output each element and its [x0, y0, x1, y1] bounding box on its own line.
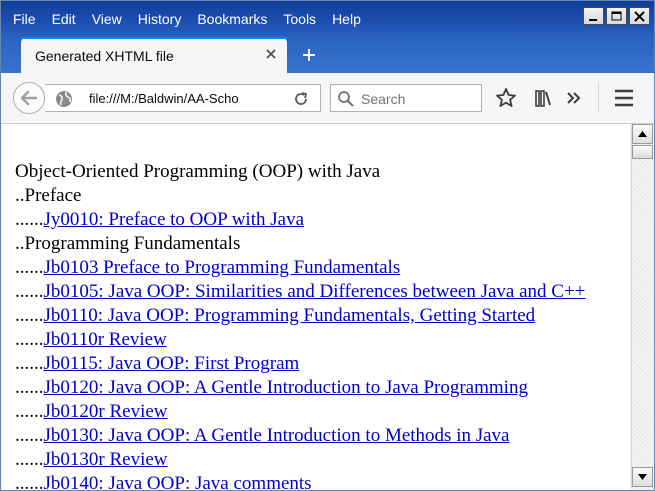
maximize-button[interactable] [606, 7, 627, 25]
outline-heading-row: ..Programming Fundamentals [15, 232, 585, 256]
indent-dots: .. [15, 233, 25, 254]
toolbar-separator [598, 83, 599, 113]
scrollbar-thumb[interactable] [632, 145, 653, 159]
outline-link-row: ......Jb0115: Java OOP: First Program [15, 352, 585, 376]
outline-link-row: ......Jy0010: Preface to OOP with Java [15, 208, 585, 232]
star-icon[interactable] [495, 87, 517, 109]
menu-edit[interactable]: Edit [44, 1, 84, 37]
outline-link[interactable]: Jb0115: Java OOP: First Program [44, 353, 300, 374]
outline-heading-row: Object-Oriented Programming (OOP) with J… [15, 160, 585, 184]
tab-active[interactable]: Generated XHTML file [21, 37, 287, 73]
title-bar: File Edit View History Bookmarks Tools H… [1, 1, 654, 37]
browser-window: File Edit View History Bookmarks Tools H… [0, 0, 655, 491]
indent-dots: ...... [15, 401, 44, 422]
outline-link-row: ......Jb0105: Java OOP: Similarities and… [15, 280, 585, 304]
outline-link-row: ......Jb0130: Java OOP: A Gentle Introdu… [15, 424, 585, 448]
outline-link-row: ......Jb0120r Review [15, 400, 585, 424]
arrow-down-icon [638, 474, 647, 480]
outline-link[interactable]: Jb0110r Review [44, 329, 167, 350]
url-text[interactable]: file:///M:/Baldwin/AA-Scho [89, 91, 277, 106]
search-icon [337, 90, 355, 113]
minimize-icon [589, 18, 597, 21]
new-tab-button[interactable] [294, 37, 324, 73]
tab-accent-line [21, 37, 287, 39]
reload-icon[interactable] [292, 90, 310, 113]
indent-dots: ...... [15, 257, 44, 278]
tab-strip: Generated XHTML file [1, 37, 654, 73]
menu-bookmarks[interactable]: Bookmarks [189, 1, 275, 37]
outline-link[interactable]: Jb0110: Java OOP: Programming Fundamenta… [44, 305, 536, 326]
outline-heading-row: ..Preface [15, 184, 585, 208]
outline-link[interactable]: Jb0103 Preface to Programming Fundamenta… [44, 257, 401, 278]
indent-dots: ...... [15, 473, 44, 490]
maximize-icon [611, 11, 622, 20]
arrow-up-icon [638, 131, 647, 137]
globe-icon [55, 90, 73, 113]
minimize-button[interactable] [583, 7, 604, 25]
indent-dots: ...... [15, 449, 44, 470]
menu-help[interactable]: Help [324, 1, 369, 37]
indent-dots: ...... [15, 305, 44, 326]
outline-link[interactable]: Jb0120: Java OOP: A Gentle Introduction … [44, 377, 528, 398]
scroll-up-button[interactable] [632, 124, 653, 144]
page-content: Object-Oriented Programming (OOP) with J… [2, 124, 630, 490]
back-button[interactable] [13, 82, 45, 114]
menu-history[interactable]: History [130, 1, 190, 37]
indent-dots: ...... [15, 281, 44, 302]
outline-link-row: ......Jb0130r Review [15, 448, 585, 472]
outline-link[interactable]: Jb0130r Review [44, 449, 168, 470]
outline-link-row: ......Jb0110: Java OOP: Programming Fund… [15, 304, 585, 328]
plus-icon [303, 49, 315, 61]
indent-dots: ...... [15, 329, 44, 350]
outline-link[interactable]: Jb0120r Review [44, 401, 168, 422]
outline-link[interactable]: Jy0010: Preface to OOP with Java [44, 209, 305, 230]
close-icon[interactable] [263, 46, 279, 62]
close-window-button[interactable] [629, 7, 650, 25]
outline-link[interactable]: Jb0130: Java OOP: A Gentle Introduction … [44, 425, 510, 446]
menu-bar: File Edit View History Bookmarks Tools H… [1, 1, 369, 37]
outline-link-row: ......Jb0140: Java OOP: Java comments [15, 472, 585, 490]
url-bar[interactable]: file:///M:/Baldwin/AA-Scho [45, 84, 321, 112]
indent-dots: ...... [15, 377, 44, 398]
hamburger-menu-icon[interactable] [613, 87, 635, 109]
outline-link-row: ......Jb0110r Review [15, 328, 585, 352]
chevron-double-right-icon[interactable] [563, 87, 585, 109]
navigation-toolbar: file:///M:/Baldwin/AA-Scho Search [1, 73, 654, 124]
indent-dots: ...... [15, 425, 44, 446]
search-placeholder: Search [361, 91, 406, 107]
menu-file[interactable]: File [1, 1, 44, 37]
window-controls [583, 7, 650, 25]
scroll-down-button[interactable] [632, 467, 653, 487]
outline-heading: Object-Oriented Programming (OOP) with J… [15, 161, 381, 182]
tab-title: Generated XHTML file [35, 48, 174, 64]
outline-link-row: ......Jb0120: Java OOP: A Gentle Introdu… [15, 376, 585, 400]
outline-link-row: ......Jb0103 Preface to Programming Fund… [15, 256, 585, 280]
menu-view[interactable]: View [84, 1, 130, 37]
outline-link[interactable]: Jb0105: Java OOP: Similarities and Diffe… [44, 281, 586, 302]
search-input[interactable]: Search [330, 84, 482, 112]
indent-dots: ...... [15, 353, 44, 374]
library-icon[interactable] [532, 87, 554, 109]
outline-heading: Programming Fundamentals [24, 233, 241, 254]
outline-link[interactable]: Jb0140: Java OOP: Java comments [44, 473, 312, 490]
close-window-icon [634, 10, 645, 22]
vertical-scrollbar[interactable] [631, 124, 653, 488]
document-outline: Object-Oriented Programming (OOP) with J… [15, 160, 585, 490]
indent-dots: .. [15, 185, 25, 206]
back-arrow-icon [20, 90, 38, 106]
outline-heading: Preface [24, 185, 82, 206]
menu-tools[interactable]: Tools [275, 1, 324, 37]
indent-dots: ...... [15, 209, 44, 230]
